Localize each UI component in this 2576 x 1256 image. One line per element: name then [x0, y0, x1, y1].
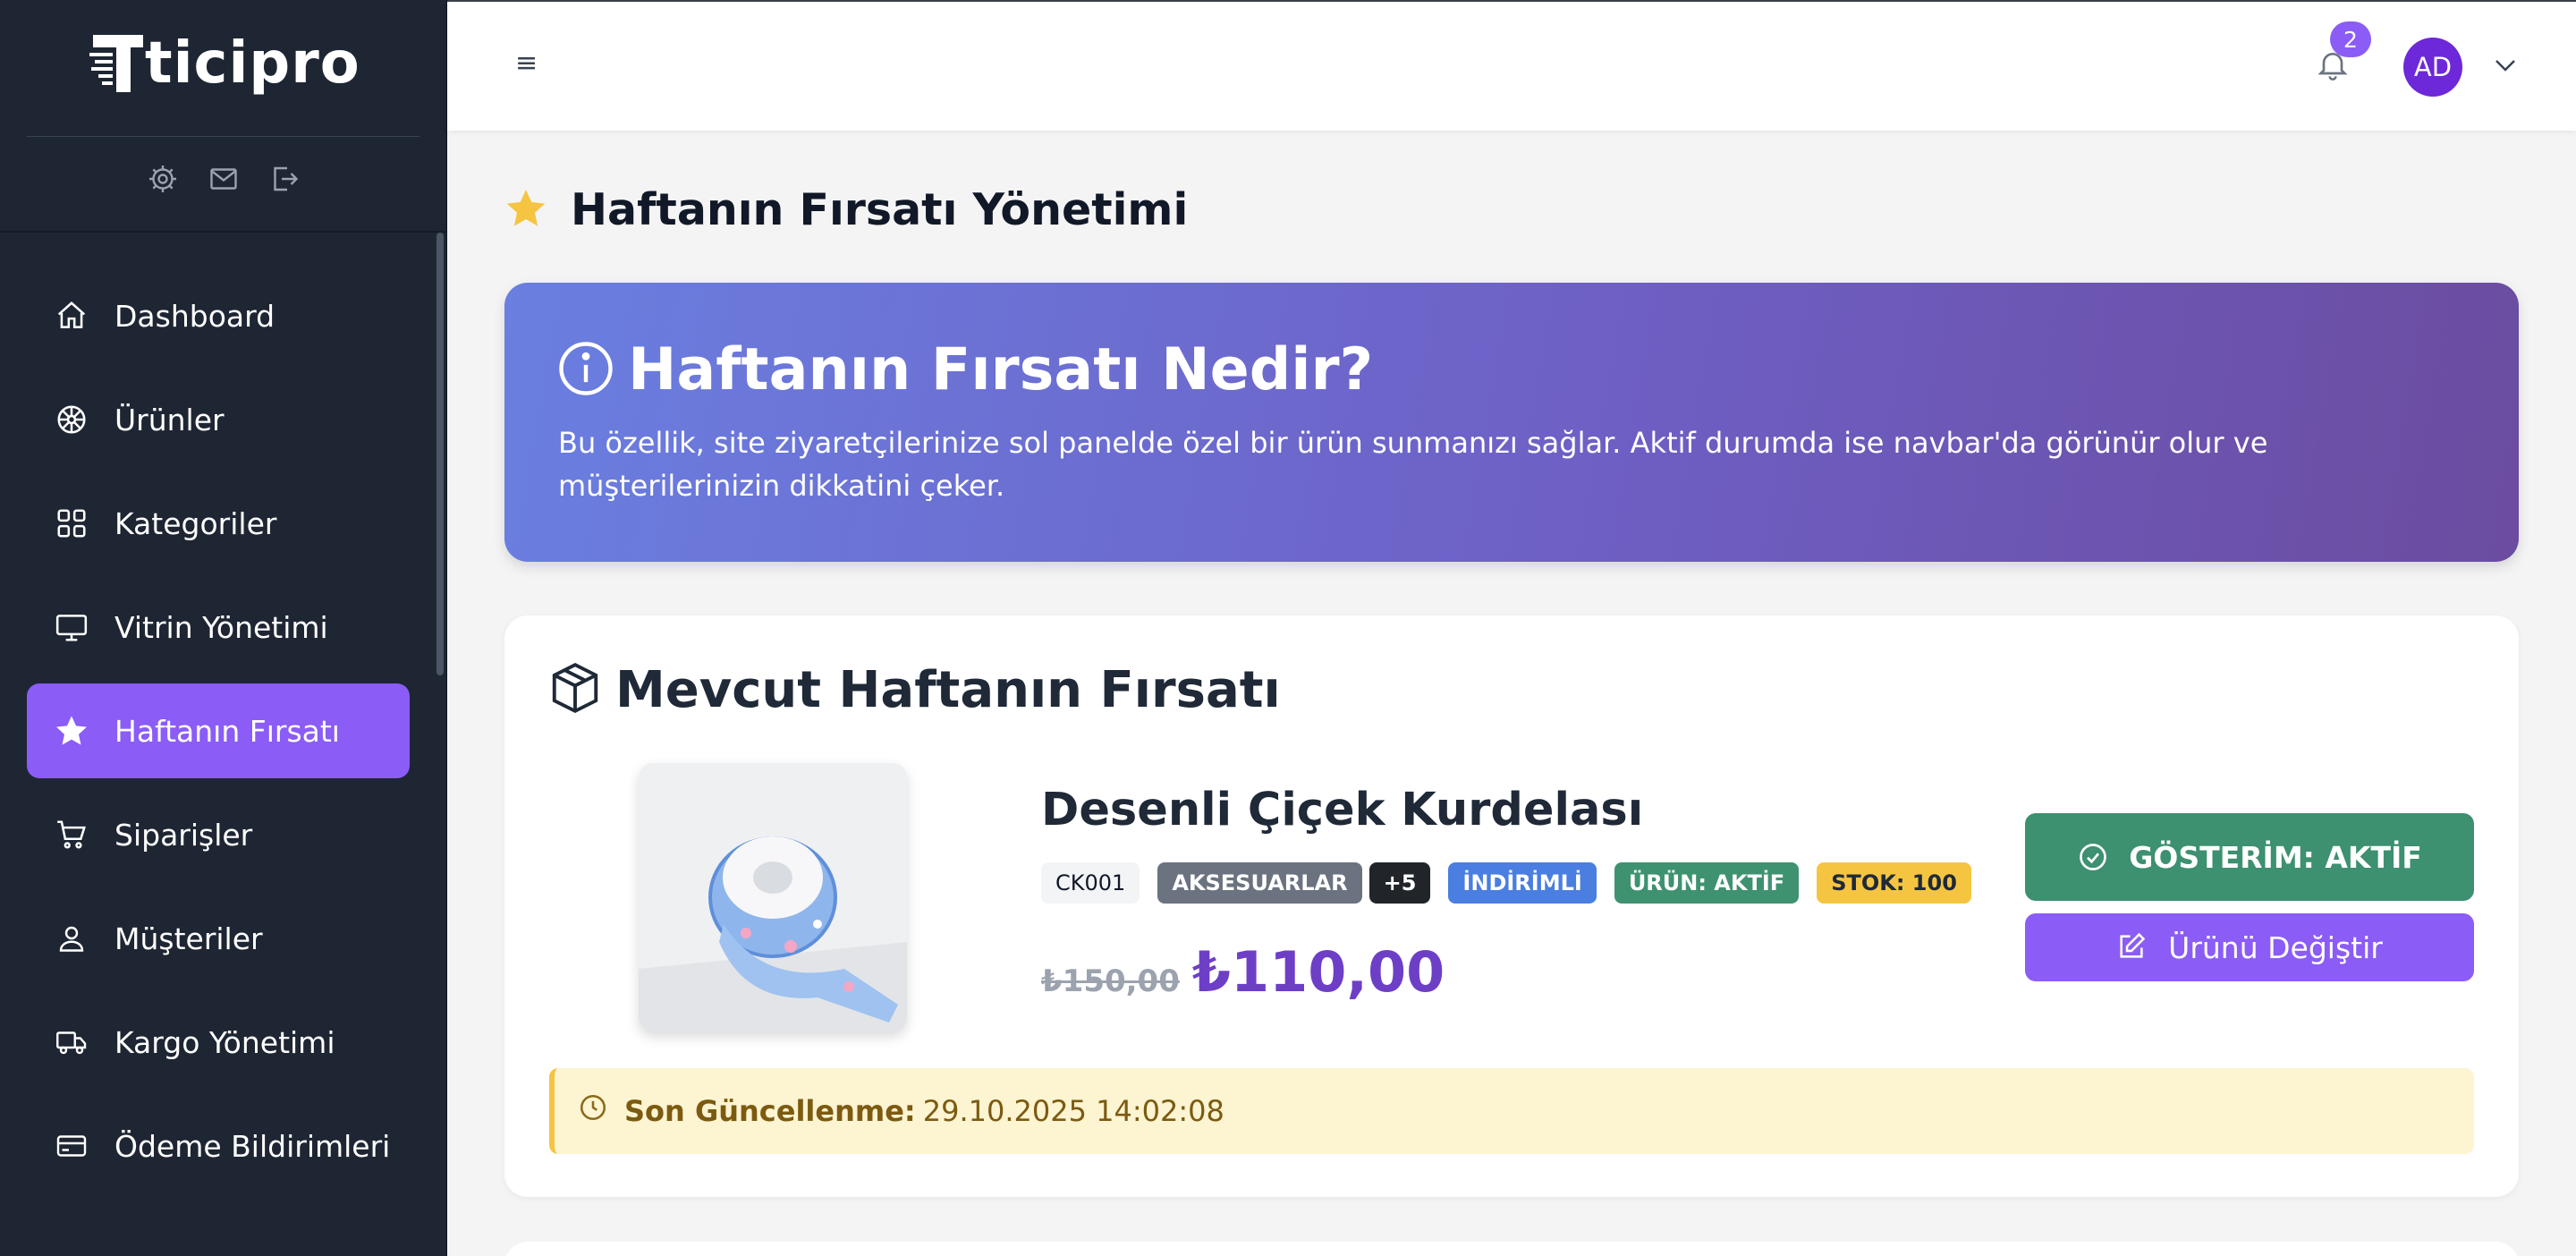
new-price: ₺110,00: [1191, 939, 1445, 1005]
sidebar-item-odeme-bildirimleri[interactable]: Ödeme Bildirimleri: [27, 1099, 410, 1193]
mail-icon[interactable]: [206, 161, 242, 197]
sidebar-divider: [0, 231, 446, 233]
top-bar: ≡ 2 AD: [447, 0, 2576, 131]
quick-actions: [0, 161, 447, 197]
sidebar-item-musteriler[interactable]: Müşteriler: [27, 891, 410, 986]
page-title: Haftanın Fırsatı Yönetimi: [571, 184, 1189, 235]
sidebar-item-vitrin[interactable]: Vitrin Yönetimi: [27, 580, 410, 675]
flower-icon: [52, 400, 91, 439]
logo-mark: [89, 28, 143, 99]
sidebar-item-kargo[interactable]: Kargo Yönetimi: [27, 995, 410, 1090]
last-update-bar: Son Güncellenme: 29.10.2025 14:02:08: [549, 1068, 2474, 1154]
sidebar-nav: Dashboard Ürünler Kategoriler Vitrin Yön…: [27, 268, 410, 1202]
sidebar-item-dashboard[interactable]: Dashboard: [27, 268, 410, 363]
change-product-button[interactable]: Ürünü Değiştir: [2025, 913, 2474, 981]
sidebar-item-label: Ödeme Bildirimleri: [114, 1128, 391, 1164]
info-title: Haftanın Fırsatı Nedir?: [628, 336, 1374, 403]
display-status-button[interactable]: GÖSTERİM: AKTİF: [2025, 813, 2474, 901]
info-title-row: Haftanın Fırsatı Nedir?: [556, 336, 1373, 403]
sidebar: ticipro Dashboard Ürünler Kategoriler Vi…: [0, 0, 447, 1256]
old-price: ₺150,00: [1041, 963, 1180, 999]
change-product-label: Ürünü Değiştir: [2168, 929, 2383, 965]
menu-toggle-icon[interactable]: ≡: [515, 50, 542, 77]
clock-icon: [578, 1092, 608, 1130]
current-deal-card: Mevcut Haftanın Fırsatı Desenli Çiçek Ku…: [504, 615, 2519, 1197]
info-description: Bu özellik, site ziyaretçilerinize sol p…: [558, 426, 2268, 503]
section-title: Mevcut Haftanın Fırsatı: [615, 660, 1281, 719]
star-icon: [52, 711, 91, 751]
notification-badge: 2: [2330, 21, 2371, 57]
more-categories-tag[interactable]: +5: [1368, 862, 1431, 904]
info-card: Haftanın Fırsatı Nedir? Bu özellik, site…: [504, 283, 2519, 562]
product-image: [639, 763, 907, 1031]
product-status-tag: ÜRÜN: AKTİF: [1614, 862, 1800, 904]
price-row: ₺150,00 ₺110,00: [1041, 939, 1445, 1005]
chevron-down-icon[interactable]: [2492, 52, 2519, 79]
category-tag: AKSESUARLAR: [1157, 862, 1362, 904]
cart-icon: [52, 815, 91, 854]
product-tags: CK001 AKSESUARLAR +5 İNDİRİMLİ ÜRÜN: AKT…: [1041, 862, 1989, 904]
logo-text: ticipro: [145, 30, 360, 97]
sidebar-item-label: Dashboard: [114, 298, 275, 334]
sidebar-item-label: Kategoriler: [114, 505, 277, 541]
last-update-label: Son Güncellenme:: [624, 1094, 916, 1128]
sidebar-item-kategoriler[interactable]: Kategoriler: [27, 476, 410, 571]
sidebar-item-urunler[interactable]: Ürünler: [27, 372, 410, 467]
gear-icon[interactable]: [145, 161, 181, 197]
sidebar-item-label: Ürünler: [114, 402, 225, 437]
sidebar-item-label: Siparişler: [114, 817, 253, 853]
sidebar-item-haftanin-firsati[interactable]: Haftanın Fırsatı: [27, 683, 410, 778]
sidebar-divider: [27, 136, 419, 137]
user-icon: [52, 919, 91, 958]
sidebar-item-label: Vitrin Yönetimi: [114, 609, 328, 645]
logo[interactable]: ticipro: [89, 23, 360, 104]
display-status-label: GÖSTERİM: AKTİF: [2129, 839, 2422, 875]
stock-tag: STOK: 100: [1817, 862, 1971, 904]
sidebar-item-label: Müşteriler: [114, 921, 263, 956]
page-header: Haftanın Fırsatı Yönetimi: [503, 184, 1188, 235]
truck-icon: [52, 1023, 91, 1062]
check-circle-icon: [2077, 841, 2109, 873]
sidebar-item-label: Haftanın Fırsatı: [114, 713, 340, 749]
last-update-value: 29.10.2025 14:02:08: [922, 1094, 1224, 1128]
monitor-icon: [52, 607, 91, 647]
home-icon: [52, 296, 91, 335]
next-card: [504, 1242, 2519, 1256]
product-code-tag: CK001: [1041, 862, 1140, 904]
sidebar-scrollbar[interactable]: [436, 233, 444, 675]
discount-tag: İNDİRİMLİ: [1448, 862, 1597, 904]
credit-card-icon: [52, 1126, 91, 1166]
product-name: Desenli Çiçek Kurdelası: [1041, 784, 1644, 836]
sidebar-item-label: Kargo Yönetimi: [114, 1024, 335, 1060]
edit-icon: [2116, 931, 2148, 963]
box-icon: [547, 660, 603, 719]
grid-icon: [52, 504, 91, 543]
avatar[interactable]: AD: [2403, 38, 2462, 97]
info-icon: [556, 339, 615, 402]
sidebar-item-siparisler[interactable]: Siparişler: [27, 787, 410, 882]
logout-icon[interactable]: [267, 161, 302, 197]
deal-title-row: Mevcut Haftanın Fırsatı: [547, 660, 1281, 719]
star-icon: [503, 186, 549, 234]
